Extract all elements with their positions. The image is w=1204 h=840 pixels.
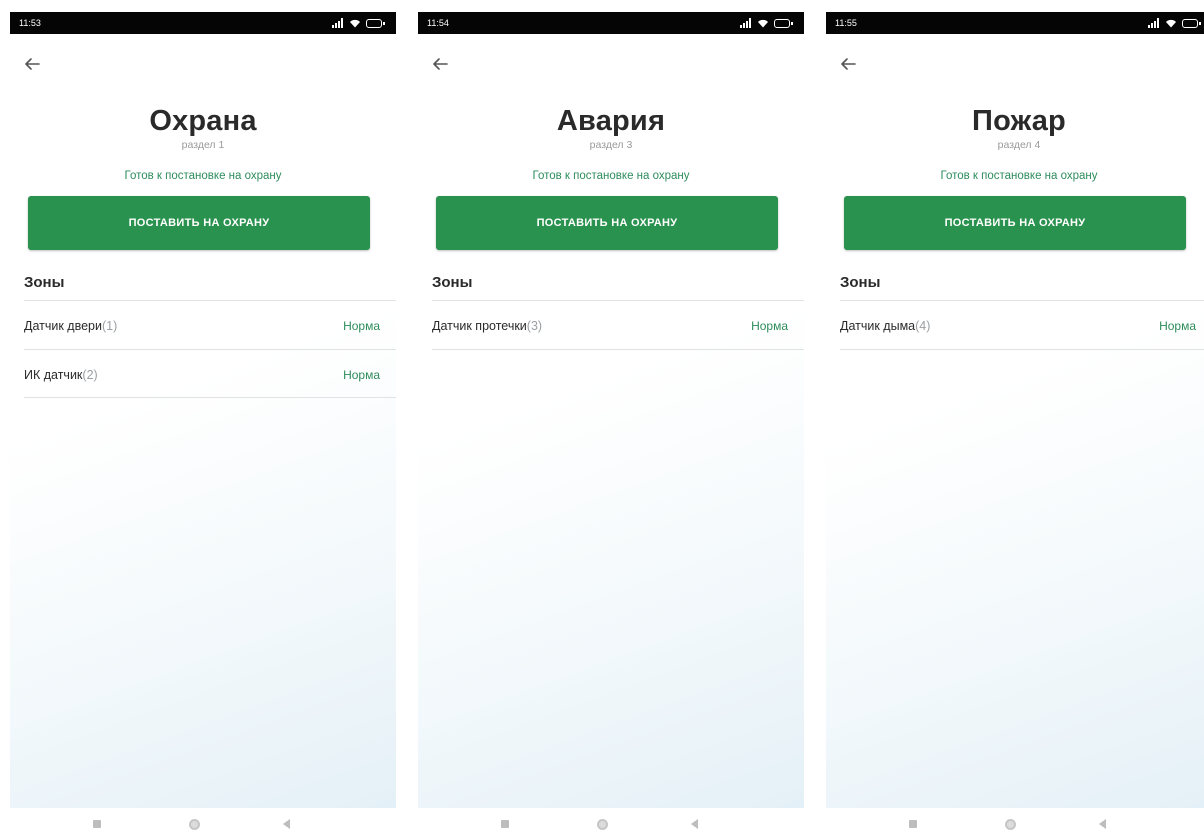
zone-name: Датчик дыма(4) xyxy=(840,319,931,333)
app-content: Пожар раздел 4 Готов к постановке на охр… xyxy=(826,34,1204,808)
divider xyxy=(24,397,396,398)
status-time: 11:53 xyxy=(19,18,41,28)
zone-row[interactable]: ИК датчик(2) Норма xyxy=(24,351,396,399)
status-time: 11:55 xyxy=(835,18,857,28)
ready-status-text: Готов к постановке на охрану xyxy=(940,170,1098,182)
zone-row[interactable]: Датчик дыма(4) Норма xyxy=(840,302,1204,350)
divider xyxy=(840,300,1204,301)
home-icon xyxy=(188,818,200,830)
recents-button[interactable] xyxy=(498,817,512,831)
zone-status: Норма xyxy=(343,319,380,333)
home-icon xyxy=(1004,818,1016,830)
signal-icon xyxy=(1148,18,1160,28)
zone-row[interactable]: Датчик двери(1) Норма xyxy=(24,302,396,350)
zone-number: (1) xyxy=(102,319,118,333)
zone-status: Норма xyxy=(751,319,788,333)
divider xyxy=(432,300,804,301)
recents-icon xyxy=(909,820,917,828)
phone-screen-fire: 11:55 Пожар раздел 4 Готов к постановке … xyxy=(826,0,1204,840)
zone-number: (4) xyxy=(915,319,931,333)
back-button[interactable] xyxy=(430,56,450,72)
battery-icon xyxy=(774,18,793,28)
page-title: Охрана xyxy=(149,105,257,137)
back-nav-icon xyxy=(1098,819,1106,829)
status-icons xyxy=(1148,17,1201,29)
signal-icon xyxy=(332,18,344,28)
app-content: Охрана раздел 1 Готов к постановке на ох… xyxy=(10,34,396,808)
system-nav-bar xyxy=(10,808,396,840)
home-icon xyxy=(596,818,608,830)
zone-name: Датчик двери(1) xyxy=(24,319,118,333)
ready-status-text: Готов к постановке на охрану xyxy=(124,170,282,182)
zones-heading: Зоны xyxy=(840,274,881,291)
system-back-button[interactable] xyxy=(687,817,701,831)
wifi-icon xyxy=(1166,19,1176,28)
signal-icon xyxy=(740,18,752,28)
zone-name: ИК датчик(2) xyxy=(24,368,98,382)
ready-status-text: Готов к постановке на охрану xyxy=(532,170,690,182)
divider xyxy=(24,349,396,350)
arrow-left-icon xyxy=(25,58,40,70)
wifi-icon xyxy=(350,19,360,28)
system-nav-bar xyxy=(826,808,1204,840)
recents-icon xyxy=(93,820,101,828)
status-bar: 11:55 xyxy=(826,12,1204,34)
recents-icon xyxy=(501,820,509,828)
zone-number: (3) xyxy=(526,319,543,333)
phone-screen-security: 11:53 Охрана раздел 1 Готов к постановке… xyxy=(10,0,396,840)
back-nav-icon xyxy=(690,819,698,829)
zones-heading: Зоны xyxy=(432,274,473,291)
section-subtitle: раздел 3 xyxy=(589,139,633,151)
section-subtitle: раздел 1 xyxy=(181,139,225,151)
zone-row[interactable]: Датчик протечки(3) Норма xyxy=(432,302,804,350)
arm-button[interactable]: ПОСТАВИТЬ НА ОХРАНУ xyxy=(436,196,778,250)
status-bar: 11:53 xyxy=(10,12,396,34)
home-button[interactable] xyxy=(187,817,201,831)
divider xyxy=(840,349,1204,350)
system-nav-bar xyxy=(418,808,804,840)
recents-button[interactable] xyxy=(906,817,920,831)
page-title: Авария xyxy=(556,105,666,137)
arrow-left-icon xyxy=(433,58,448,70)
back-button[interactable] xyxy=(838,56,858,72)
zone-number: (2) xyxy=(82,368,98,382)
arrow-left-icon xyxy=(841,58,856,70)
status-icons xyxy=(740,17,793,29)
status-bar: 11:54 xyxy=(418,12,804,34)
system-back-button[interactable] xyxy=(279,817,293,831)
back-button[interactable] xyxy=(22,56,42,72)
status-icons xyxy=(332,17,385,29)
zone-status: Норма xyxy=(1159,319,1196,333)
back-nav-icon xyxy=(282,819,290,829)
arm-button[interactable]: ПОСТАВИТЬ НА ОХРАНУ xyxy=(28,196,370,250)
app-content: Авария раздел 3 Готов к постановке на ох… xyxy=(418,34,804,808)
zone-status: Норма xyxy=(343,368,380,382)
home-button[interactable] xyxy=(595,817,609,831)
zones-heading: Зоны xyxy=(24,274,65,291)
zone-name: Датчик протечки(3) xyxy=(432,319,543,333)
wifi-icon xyxy=(758,19,768,28)
home-button[interactable] xyxy=(1003,817,1017,831)
arm-button[interactable]: ПОСТАВИТЬ НА ОХРАНУ xyxy=(844,196,1186,250)
divider xyxy=(432,349,804,350)
status-time: 11:54 xyxy=(427,18,449,28)
phone-screen-accident: 11:54 Авария раздел 3 Готов к постановке… xyxy=(418,0,804,840)
system-back-button[interactable] xyxy=(1095,817,1109,831)
divider xyxy=(24,300,396,301)
recents-button[interactable] xyxy=(90,817,104,831)
page-title: Пожар xyxy=(972,105,1066,137)
battery-icon xyxy=(1182,18,1201,28)
battery-icon xyxy=(366,18,385,28)
section-subtitle: раздел 4 xyxy=(997,139,1041,151)
